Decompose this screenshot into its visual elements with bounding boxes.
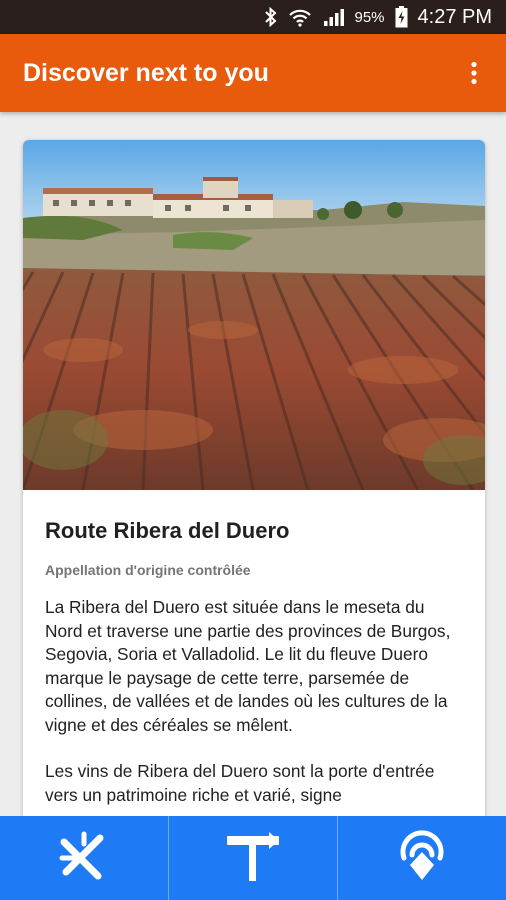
signal-icon [322,7,346,27]
location-pin-icon [395,828,449,889]
wifi-icon [288,7,312,27]
nav-crossed-tools[interactable] [0,816,168,900]
nav-signpost[interactable] [168,816,337,900]
battery-percent: 95% [354,8,385,26]
card-description-continued: Les vins de Ribera del Duero sont la por… [45,761,435,805]
battery-charging-icon [395,6,408,28]
more-vert-icon[interactable] [454,48,494,98]
card-description: La Ribera del Duero est située dans le m… [45,597,451,735]
signpost-icon [223,826,283,891]
bottom-navigation [0,816,506,900]
app-bar: Discover next to you [0,34,506,112]
card-subtitle: Appellation d'origine contrôlée [45,562,251,578]
crossed-tools-icon [56,828,112,889]
clock: 4:27 PM [417,5,492,28]
app-title: Discover next to you [23,58,269,87]
card-title: Route Ribera del Duero [45,518,290,543]
card-body: Route Ribera del Duero Appellation d'ori… [23,490,485,807]
bluetooth-icon [264,7,278,27]
nav-location[interactable] [337,816,506,900]
status-bar: 95% 4:27 PM [0,0,506,34]
vineyard-photo [23,140,485,490]
route-card[interactable]: Route Ribera del Duero Appellation d'ori… [23,140,485,900]
